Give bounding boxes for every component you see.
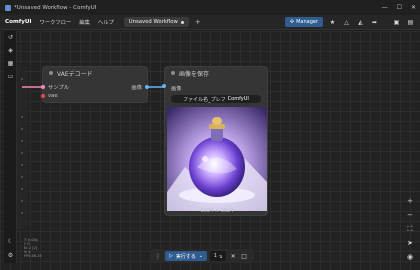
stat-line: FPS:46.15 [24,254,42,258]
fit-view-icon[interactable]: ⛶ [405,224,415,234]
slot-label: 画像 [131,85,142,91]
filename-prefix-field[interactable]: ファイル名_プレフ ComfyUI [171,95,261,103]
input-slot-samples[interactable]: サンプル [41,83,69,91]
input-slot-vae[interactable]: vae [41,93,58,99]
input-slot-image[interactable]: 画像 [162,84,182,92]
slot-label: vae [48,93,58,99]
app-window: *Unsaved Workflow - ComfyUI — ☐ ✕ ComfyU… [0,0,420,270]
run-toolbar: ⋮ ▷ 実行する ⌄ 1 ⇅ ✕ □ [151,249,254,263]
preview-image[interactable] [167,107,267,213]
perf-stats: T: 0.00s I: 0 N: 2 [2] V: 4 FPS:46.15 [24,238,42,258]
drag-handle-icon[interactable]: ⋮ [154,253,162,260]
run-label: 実行する [175,253,196,260]
zoom-in-icon[interactable]: + [405,196,415,206]
vae-decode-node[interactable]: VAEデコード サンプル vae 画像 [41,66,149,103]
slot-dot-icon [145,85,149,89]
slot-label: サンプル [48,85,70,91]
slot-dot-icon [41,85,45,89]
collapse-dot-icon[interactable] [49,71,53,75]
node-title: VAEデコード [57,70,93,78]
slot-dot-icon [41,94,45,98]
visibility-icon[interactable]: ◉ [405,252,415,262]
slot-dot-icon [162,84,166,88]
cancel-icon[interactable]: ✕ [229,253,237,260]
output-slot-image[interactable]: 画像 [131,83,149,91]
image-size-caption: 1024 × 1024 [200,208,234,214]
canvas-controls: + − ⛶ ➤ ◉ [404,196,416,264]
run-button[interactable]: ▷ 実行する ⌄ [165,251,208,261]
node-title: 画像を保存 [179,70,210,78]
save-image-node[interactable]: 画像を保存 画像 ファイル名_プレフ ComfyUI 1024 × 1024 [162,66,268,216]
stepper-arrows-icon[interactable]: ⇅ [219,254,222,259]
collapse-dot-icon[interactable] [171,71,175,75]
filename-prefix-label: ファイル名_プレフ [183,96,226,103]
slot-label: 画像 [171,86,182,92]
chevron-down-icon[interactable]: ⌄ [199,253,203,259]
batch-count-value: 1 [213,253,217,259]
node-header[interactable]: 画像を保存 [165,67,267,79]
potion-bottle-image [167,107,267,211]
zoom-out-icon[interactable]: − [405,210,415,220]
pointer-icon[interactable]: ➤ [405,238,415,248]
stop-icon[interactable]: □ [240,253,248,260]
node-header[interactable]: VAEデコード [43,67,147,79]
filename-prefix-value: ComfyUI [227,96,249,102]
batch-count-stepper[interactable]: 1 ⇅ [210,251,227,261]
play-icon: ▷ [169,253,173,259]
